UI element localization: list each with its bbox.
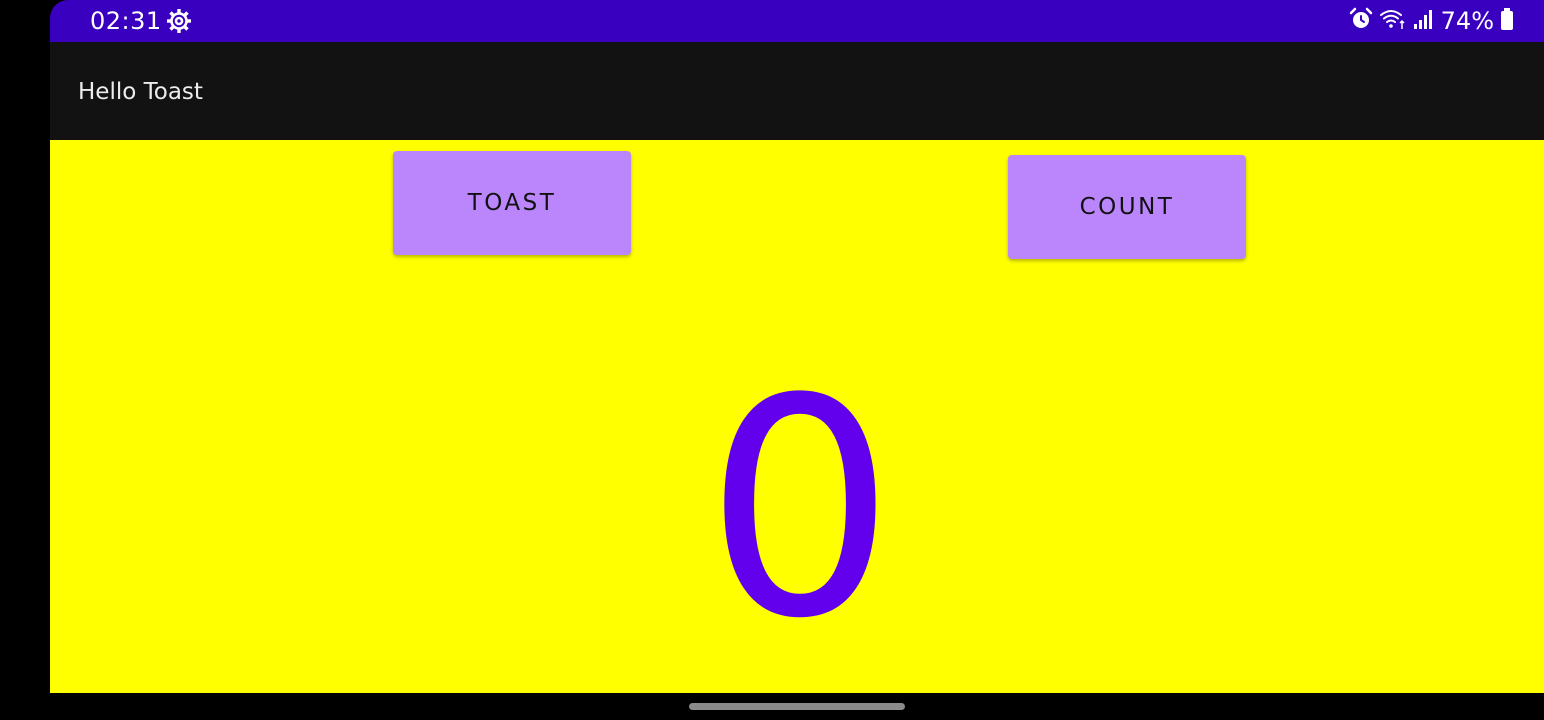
toast-button[interactable]: TOAST xyxy=(393,151,631,255)
status-time: 02:31 xyxy=(90,7,162,35)
battery-icon xyxy=(1500,7,1514,35)
status-bar: 02:31 74% xyxy=(50,0,1544,42)
status-icons: 74% xyxy=(1349,6,1514,36)
wifi-icon xyxy=(1379,7,1407,35)
alarm-icon xyxy=(1349,7,1373,35)
count-display: 0 xyxy=(704,335,896,684)
settings-gear-icon xyxy=(166,8,192,38)
app-title: Hello Toast xyxy=(78,79,203,105)
app-bar: Hello Toast xyxy=(50,42,1544,140)
home-gesture-handle[interactable] xyxy=(689,703,905,710)
cell-signal-icon xyxy=(1413,8,1435,34)
device-screen: 02:31 74% Hello Toast TOAST COUNT 0 xyxy=(50,0,1544,720)
main-content: TOAST COUNT 0 xyxy=(50,140,1544,693)
navigation-bar xyxy=(50,693,1544,720)
battery-percent: 74% xyxy=(1440,7,1494,35)
count-button[interactable]: COUNT xyxy=(1008,155,1246,259)
